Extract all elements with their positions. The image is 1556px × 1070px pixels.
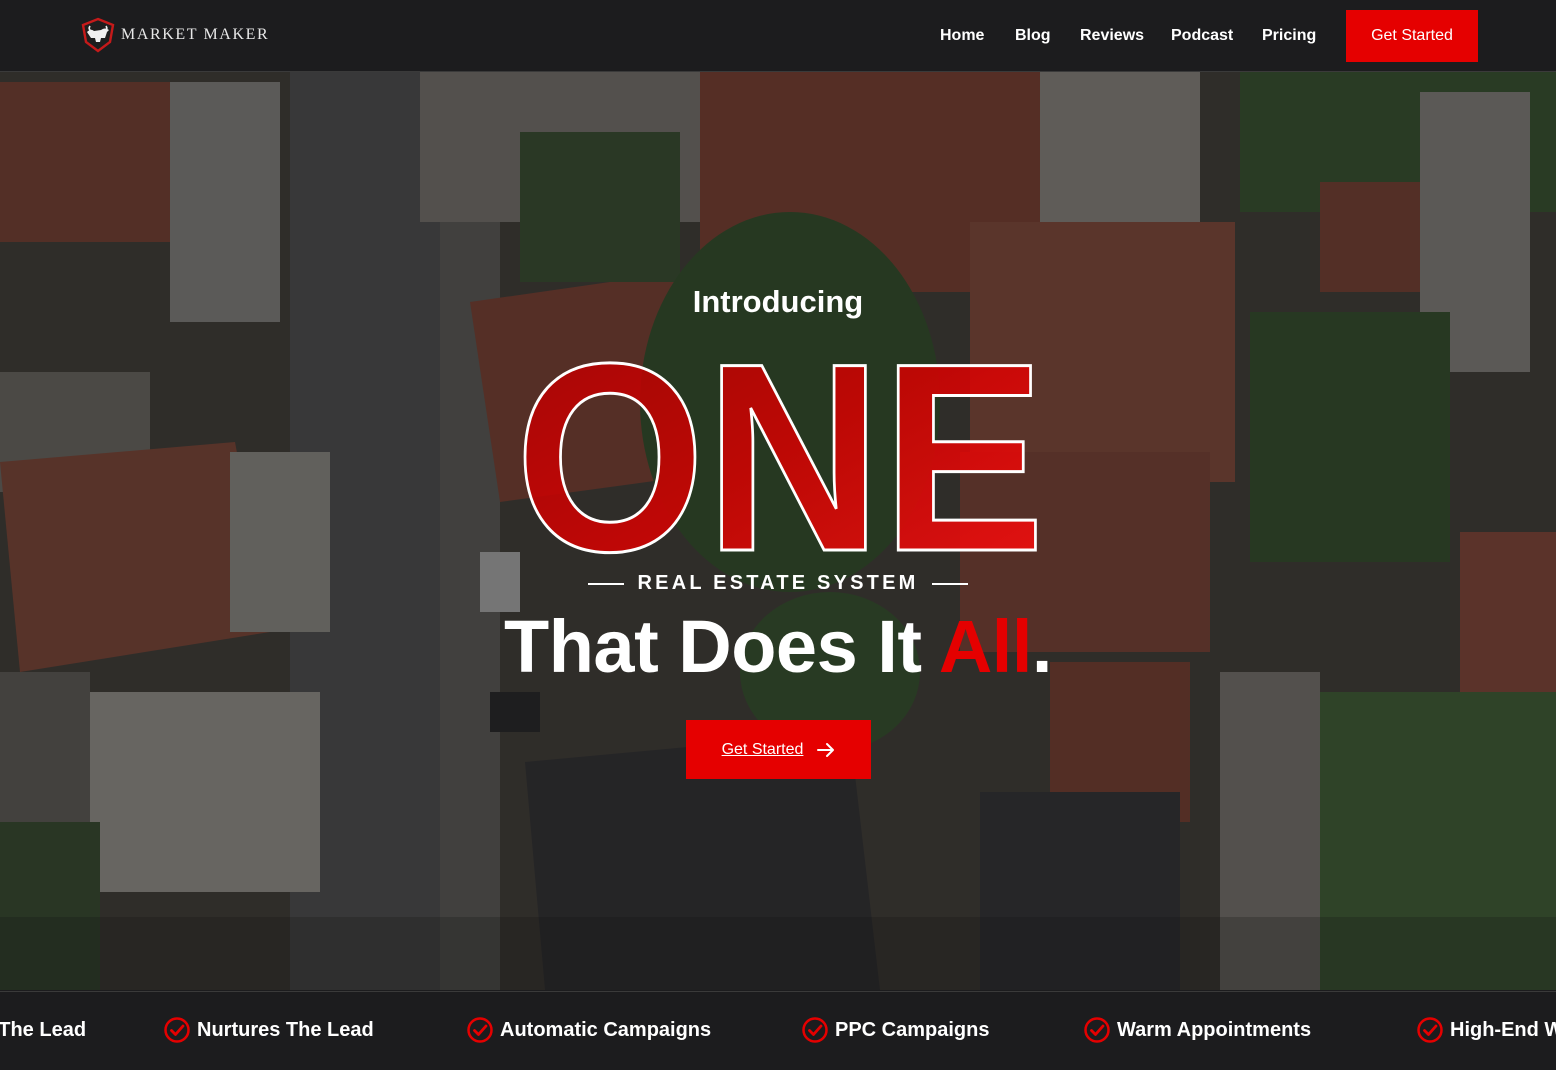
ticker-item: Warm Appointments [1083,1016,1311,1044]
hero-subtitle: REAL ESTATE SYSTEM [637,572,919,594]
hero-subtitle-row: REAL ESTATE SYSTEM [0,572,1556,595]
nav-pricing[interactable]: Pricing [1262,27,1316,45]
ticker-label: Automatic Campaigns [500,1018,712,1041]
ticker-item: Captures The Lead [0,1016,86,1044]
hero-intro: Introducing [692,284,864,319]
hero-get-started-button[interactable]: Get Started [686,720,871,779]
bull-shield-logo-icon [81,17,115,53]
hero-bottom-band [0,917,1556,990]
nav-blog[interactable]: Blog [1015,27,1051,45]
one-word-text: ONE [515,340,1045,560]
arrow-right-icon [817,742,835,757]
brand-logo[interactable]: MARKET MAKER [79,16,269,54]
ticker-label: High-End Website [1450,1018,1556,1041]
check-circle-icon [802,1017,828,1043]
brand-name: MARKET MAKER [121,26,270,43]
ticker-item: PPC Campaigns [801,1016,989,1044]
subtitle-line-right [932,582,969,585]
headline-accent: All [938,605,1033,688]
hero-big-word: ONE [500,340,1060,560]
check-circle-icon [1417,1017,1443,1043]
one-word-graphic: ONE [514,340,1047,560]
site-header: MARKET MAKER Home Blog Reviews Podcast P… [0,0,1556,72]
ticker-item: Automatic Campaigns [466,1016,711,1044]
check-circle-icon [467,1017,493,1043]
ticker-label: Captures The Lead [0,1018,87,1041]
hero-cta-label: Get Started [721,740,804,758]
ticker-label: PPC Campaigns [835,1018,990,1041]
ticker-label: Warm Appointments [1117,1018,1312,1041]
hero-section: Introducing ONE REAL ESTATE SYSTEM That … [0,72,1556,990]
ticker-item: Nurtures The Lead [163,1016,374,1044]
nav-reviews[interactable]: Reviews [1080,27,1144,45]
hero-headline: That Does It All. [0,606,1556,688]
headline-end: . [1031,605,1053,688]
feature-ticker: Captures The Lead Nurtures The Lead Auto… [0,991,1556,1070]
nav-home[interactable]: Home [940,27,984,45]
check-circle-icon [1084,1017,1110,1043]
ticker-label: Nurtures The Lead [197,1018,374,1041]
headline-main: That Does It [504,605,939,688]
nav-podcast[interactable]: Podcast [1171,27,1233,45]
subtitle-line-left [587,582,624,585]
ticker-item: High-End Website [1416,1016,1556,1044]
check-circle-icon [164,1017,190,1043]
header-get-started-button[interactable]: Get Started [1346,10,1478,62]
